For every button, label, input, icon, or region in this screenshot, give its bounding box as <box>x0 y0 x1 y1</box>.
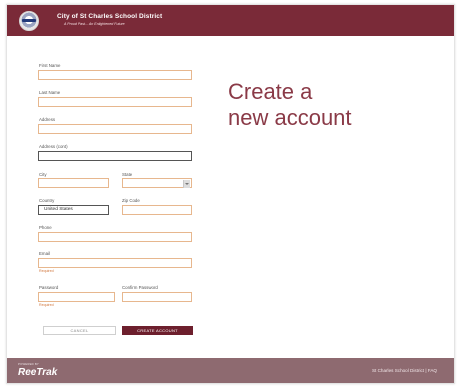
zip-code-label: Zip Code <box>122 198 140 203</box>
country-value: United States <box>44 207 73 212</box>
city-label: City <box>39 172 47 177</box>
create-account-button[interactable]: CREATE ACCOUNT <box>122 326 193 335</box>
password-label: Password <box>39 285 59 290</box>
address-field[interactable] <box>38 124 192 134</box>
district-seal-icon[interactable] <box>19 11 39 31</box>
phone-field[interactable] <box>38 232 192 242</box>
country-label: Country <box>39 198 55 203</box>
zip-code-field[interactable] <box>122 205 192 215</box>
powered-by-text: POWERED BY <box>18 362 39 366</box>
heading-line-2: new account <box>228 105 352 130</box>
rectrak-logo[interactable]: ReeTrak <box>18 367 57 378</box>
password-field[interactable] <box>38 292 115 302</box>
footer-links[interactable]: St Charles School District | FAQ <box>372 368 437 373</box>
first-name-field[interactable] <box>38 70 192 80</box>
district-tagline: A Proud Past... An Enlightened Future <box>64 22 125 26</box>
phone-label: Phone <box>39 225 52 230</box>
page-heading: Create a new account <box>228 79 418 131</box>
state-select[interactable] <box>122 178 192 188</box>
state-label: State <box>122 172 133 177</box>
page-footer: POWERED BY ReeTrak St Charles School Dis… <box>7 358 454 383</box>
address-cont-field[interactable] <box>38 151 192 161</box>
address-label: Address <box>39 117 56 122</box>
email-field[interactable] <box>38 258 192 268</box>
address-cont-label: Address (cont) <box>39 144 68 149</box>
select-arrow-icon[interactable] <box>183 180 190 188</box>
last-name-field[interactable] <box>38 97 192 107</box>
confirm-password-field[interactable] <box>122 292 192 302</box>
cancel-button[interactable]: CANCEL <box>43 326 116 335</box>
email-required-text: Required <box>39 269 54 273</box>
city-field[interactable] <box>38 178 109 188</box>
country-field[interactable]: United States <box>38 205 109 215</box>
top-header: City of St Charles School District A Pro… <box>7 5 454 36</box>
confirm-password-label: Confirm Password <box>122 285 158 290</box>
first-name-label: First Name <box>39 63 61 68</box>
last-name-label: Last Name <box>39 90 61 95</box>
page-frame: City of St Charles School District A Pro… <box>6 4 455 384</box>
email-label: Email <box>39 251 50 256</box>
district-title: City of St Charles School District <box>57 13 163 20</box>
password-required-text: Required <box>39 303 54 307</box>
heading-line-1: Create a <box>228 79 313 104</box>
